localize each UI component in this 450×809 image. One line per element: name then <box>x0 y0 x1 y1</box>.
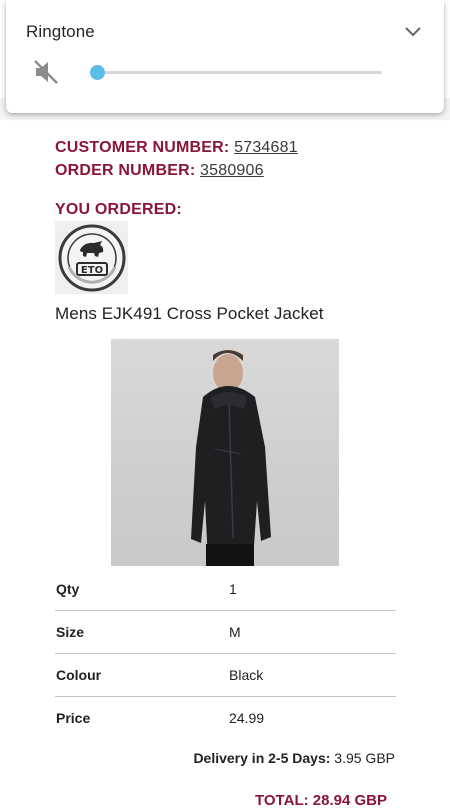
customer-number-line: CUSTOMER NUMBER: 5734681 <box>55 136 400 159</box>
detail-label-size: Size <box>55 610 228 654</box>
order-number-label: ORDER NUMBER: <box>55 162 196 179</box>
volume-panel: Ringtone <box>6 0 444 113</box>
volume-panel-title: Ringtone <box>26 22 95 41</box>
detail-value-size: M <box>228 610 396 654</box>
customer-number-label: CUSTOMER NUMBER: <box>55 139 230 156</box>
order-number-link[interactable]: 3580906 <box>200 162 264 179</box>
table-row: Price 24.99 <box>55 696 396 739</box>
table-row: Colour Black <box>55 653 396 697</box>
detail-value-qty: 1 <box>229 581 237 597</box>
detail-label-qty: Qty <box>56 581 80 597</box>
table-row: Size M <box>55 610 396 654</box>
chevron-down-icon[interactable] <box>404 24 422 38</box>
order-total: TOTAL: 28.94 GBP <box>255 792 387 809</box>
product-details-table: Qty 1 Size M Colour Black Price 24.99 <box>55 568 396 739</box>
delivery-label: Delivery in 2-5 Days: <box>193 750 331 766</box>
delivery-value: 3.95 GBP <box>334 750 395 766</box>
eto-logo-icon: ETO <box>58 224 125 291</box>
delivery-line: Delivery in 2-5 Days: 3.95 GBP <box>193 750 395 766</box>
detail-value-price: 24.99 <box>228 696 396 739</box>
customer-number-link[interactable]: 5734681 <box>234 139 298 156</box>
order-number-line: ORDER NUMBER: 3580906 <box>55 159 400 182</box>
brand-logo[interactable]: ETO <box>55 221 128 294</box>
detail-label-colour: Colour <box>55 653 228 697</box>
you-ordered-heading: YOU ORDERED: <box>55 201 182 218</box>
volume-slider[interactable] <box>90 65 382 80</box>
order-email-body: CUSTOMER NUMBER: 5734681 ORDER NUMBER: 3… <box>55 136 400 809</box>
volume-mute-icon[interactable] <box>32 58 60 86</box>
product-image[interactable] <box>111 339 339 566</box>
jacket-photo <box>191 350 271 566</box>
product-name[interactable]: Mens EJK491 Cross Pocket Jacket <box>55 304 400 324</box>
detail-value-colour: Black <box>228 653 396 697</box>
logo-lettering: ETO <box>80 265 102 276</box>
detail-label-price: Price <box>55 696 228 739</box>
volume-slider-thumb[interactable] <box>90 65 105 80</box>
table-row: Qty 1 <box>55 568 396 611</box>
